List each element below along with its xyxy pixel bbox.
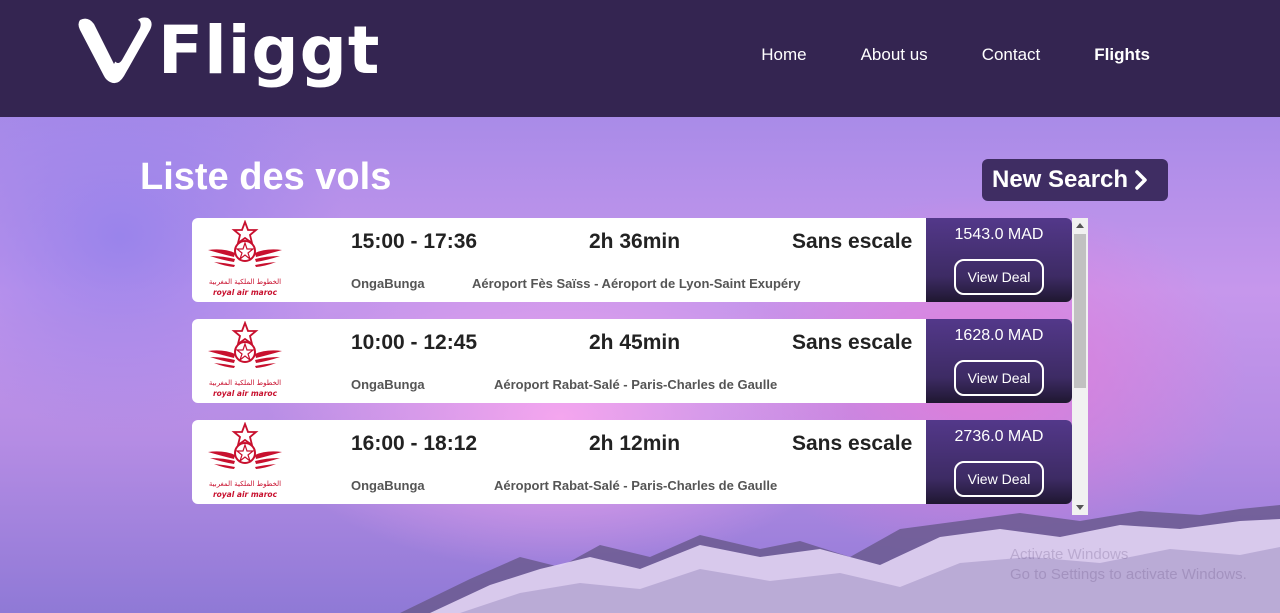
royal-air-maroc-logo: الخطوط الملكية المغربية royal air maroc bbox=[208, 220, 282, 297]
watermark-line-1: Activate Windows bbox=[1010, 546, 1129, 563]
airline-arabic-text: الخطوط الملكية المغربية bbox=[209, 278, 281, 286]
deal-panel: 1543.0 MAD View Deal bbox=[926, 218, 1072, 302]
deal-panel: 2736.0 MAD View Deal bbox=[926, 420, 1072, 504]
view-deal-button[interactable]: View Deal bbox=[954, 259, 1044, 295]
nav-about-us[interactable]: About us bbox=[861, 45, 928, 65]
flight-time: 10:00 - 12:45 bbox=[351, 331, 478, 354]
flight-duration: 2h 45min bbox=[589, 331, 681, 354]
deal-panel: 1628.0 MAD View Deal bbox=[926, 319, 1072, 403]
flight-price: 1628.0 MAD bbox=[954, 327, 1044, 344]
flight-route: Aéroport Rabat-Salé - Paris-Charles de G… bbox=[494, 478, 778, 493]
flight-list-scrollbar[interactable] bbox=[1072, 218, 1088, 515]
flight-stops: Sans escale bbox=[792, 230, 913, 253]
flight-stops: Sans escale bbox=[792, 331, 913, 354]
view-deal-button[interactable]: View Deal bbox=[954, 360, 1044, 396]
flight-agency: OngaBunga bbox=[351, 478, 425, 493]
airline-latin-text: royal air maroc bbox=[213, 389, 278, 398]
airline-latin-text: royal air maroc bbox=[213, 490, 278, 499]
flight-duration: 2h 36min bbox=[589, 230, 681, 253]
nav-home[interactable]: Home bbox=[761, 45, 806, 65]
flight-list: الخطوط الملكية المغربية royal air maroc … bbox=[192, 218, 1072, 515]
site-header: Fliggt Home About us Contact Flights bbox=[0, 0, 1280, 117]
new-search-label: New Search bbox=[992, 166, 1129, 193]
airline-arabic-text: الخطوط الملكية المغربية bbox=[209, 379, 281, 387]
flight-price: 1543.0 MAD bbox=[954, 226, 1044, 243]
new-search-button[interactable]: New Search bbox=[982, 159, 1168, 201]
airline-arabic-text: الخطوط الملكية المغربية bbox=[209, 480, 281, 488]
flight-time: 16:00 - 18:12 bbox=[351, 432, 478, 455]
flight-stops: Sans escale bbox=[792, 432, 913, 455]
royal-air-maroc-logo: الخطوط الملكية المغربية royal air maroc bbox=[208, 422, 282, 499]
chevron-right-icon bbox=[1135, 170, 1147, 190]
activate-windows-watermark: Activate Windows Go to Settings to activ… bbox=[1010, 545, 1247, 585]
main-nav: Home About us Contact Flights bbox=[761, 45, 1150, 65]
fliggt-logo-icon bbox=[78, 17, 152, 84]
flight-card: الخطوط الملكية المغربية royal air maroc … bbox=[192, 319, 1072, 403]
flight-card: الخطوط الملكية المغربية royal air maroc … bbox=[192, 218, 1072, 302]
brand-name: Fliggt bbox=[158, 12, 381, 89]
scroll-down-icon[interactable] bbox=[1076, 505, 1084, 510]
royal-air-maroc-logo: الخطوط الملكية المغربية royal air maroc bbox=[208, 321, 282, 398]
flight-agency: OngaBunga bbox=[351, 276, 425, 291]
flight-route: Aéroport Rabat-Salé - Paris-Charles de G… bbox=[494, 377, 778, 392]
flight-card: الخطوط الملكية المغربية royal air maroc … bbox=[192, 420, 1072, 504]
scroll-up-icon[interactable] bbox=[1076, 223, 1084, 228]
flight-time: 15:00 - 17:36 bbox=[351, 230, 478, 253]
brand-logo[interactable]: Fliggt bbox=[78, 16, 380, 86]
flight-duration: 2h 12min bbox=[589, 432, 681, 455]
page-title: Liste des vols bbox=[140, 156, 392, 198]
view-deal-button[interactable]: View Deal bbox=[954, 461, 1044, 497]
watermark-line-2: Go to Settings to activate Windows. bbox=[1010, 566, 1247, 583]
flight-price: 2736.0 MAD bbox=[954, 428, 1044, 445]
flight-route: Aéroport Fès Saïss - Aéroport de Lyon-Sa… bbox=[472, 276, 801, 291]
flight-agency: OngaBunga bbox=[351, 377, 425, 392]
scrollbar-thumb[interactable] bbox=[1074, 234, 1086, 388]
nav-contact[interactable]: Contact bbox=[982, 45, 1041, 65]
airline-latin-text: royal air maroc bbox=[213, 288, 278, 297]
nav-flights[interactable]: Flights bbox=[1094, 45, 1150, 65]
